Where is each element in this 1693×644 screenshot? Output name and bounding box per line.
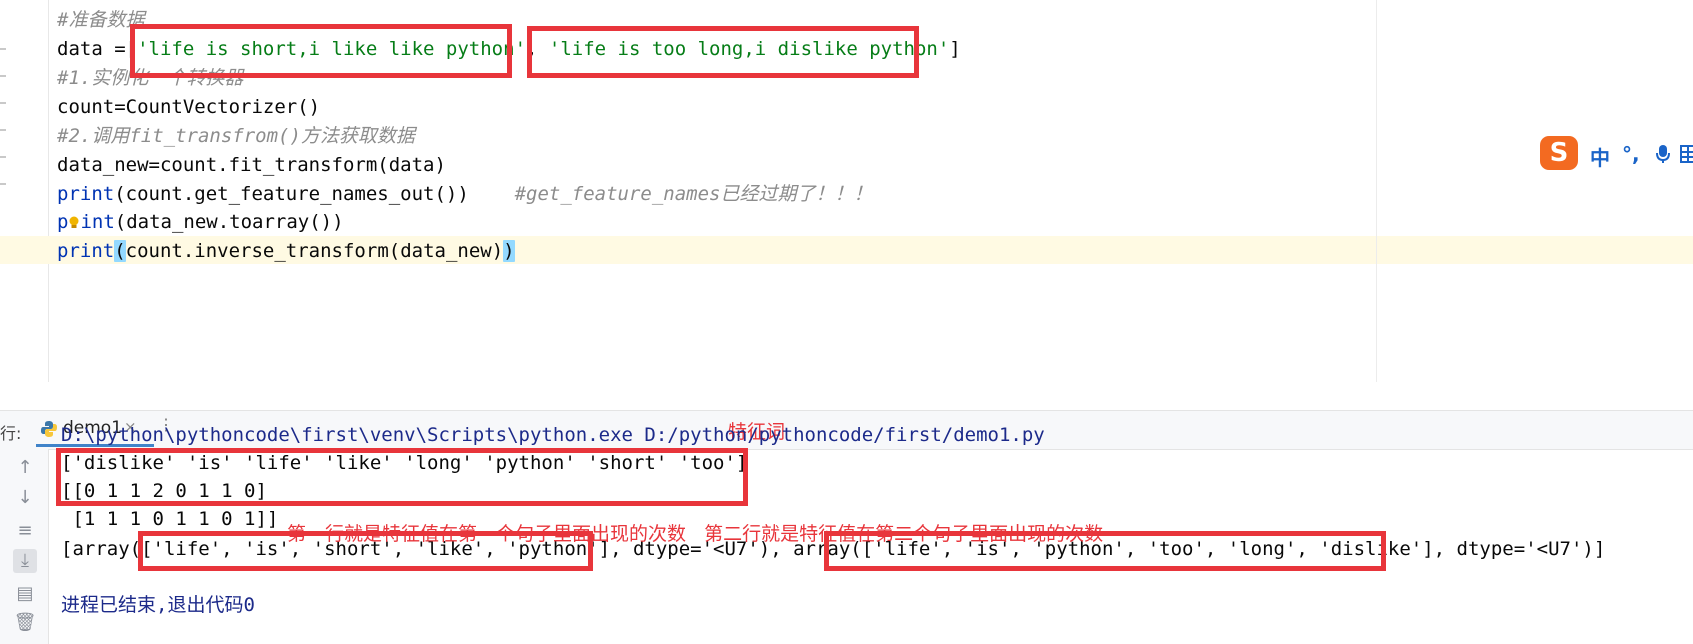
ime-toolbar[interactable]: S 中 °,	[1540, 134, 1693, 174]
output-line-matrix-1: [[0 1 1 2 0 1 1 0]	[61, 480, 267, 502]
arrow-up-icon[interactable]: ↑	[13, 456, 37, 480]
comment: #1.实例化一个转换器	[57, 67, 244, 89]
builtin-function: p	[57, 211, 69, 233]
output-line-command: D:\python\pythoncode\first\venv\Scripts\…	[61, 424, 1045, 446]
matched-paren: )	[503, 240, 515, 262]
string-literal: 'life is too long,i dislike python'	[548, 38, 950, 60]
comment: #2.调用fit_transfrom()方法获取数据	[57, 125, 415, 147]
scroll-to-end-icon[interactable]: ⤓	[13, 549, 37, 573]
code-line-4[interactable]: count=CountVectorizer()	[57, 93, 320, 121]
lightbulb-icon[interactable]	[68, 216, 80, 230]
trash-icon[interactable]: 🗑	[13, 611, 37, 635]
code-line-8[interactable]: p int(data_new.toarray())	[57, 208, 344, 236]
fold-marker[interactable]	[0, 129, 6, 131]
sogou-logo-icon[interactable]: S	[1540, 136, 1578, 170]
code-text: (count.get_feature_names_out())	[114, 183, 469, 205]
code-line-5[interactable]: #2.调用fit_transfrom()方法获取数据	[57, 122, 415, 150]
code-text: ,	[526, 38, 549, 60]
editor-gutter[interactable]	[0, 0, 49, 382]
matched-paren: (	[114, 240, 126, 262]
fold-marker[interactable]	[0, 156, 6, 158]
code-editor[interactable]: #准备数据 data =['life is short,i like like …	[0, 0, 1693, 382]
right-margin-guide	[1376, 0, 1377, 382]
code-text: count=CountVectorizer()	[57, 96, 321, 118]
annotation-matrix-note: 第一行就是特征值在第一个句子里面出现的次数 第二行就是特征值在第二个句子里面出现…	[287, 523, 1104, 545]
builtin-function: int	[80, 211, 115, 233]
output-line-features: ['dislike' 'is' 'life' 'like' 'long' 'py…	[61, 452, 748, 474]
comment: #get_feature_names已经过期了！！！	[514, 183, 873, 205]
code-text: ]	[949, 38, 961, 60]
soft-wrap-icon[interactable]: ≡	[13, 519, 37, 543]
code-line-7[interactable]: print(count.get_feature_names_out()) #ge…	[57, 180, 872, 208]
keyboard-icon[interactable]	[1680, 145, 1693, 163]
code-text: count.inverse_transform(data_new)	[125, 240, 504, 262]
code-line-9[interactable]: print(count.inverse_transform(data_new))	[57, 237, 515, 265]
fold-marker[interactable]	[0, 48, 6, 50]
output-line-exit: 进程已结束,退出代码0	[61, 594, 255, 616]
fold-marker[interactable]	[0, 102, 6, 104]
comment: #准备数据	[57, 9, 145, 31]
code-text: data_new=count.fit_transform(data)	[57, 154, 446, 176]
arrow-down-icon[interactable]: ↓	[13, 486, 37, 510]
python-icon	[41, 421, 57, 437]
fold-marker[interactable]	[0, 75, 6, 77]
ime-language-toggle[interactable]: 中	[1590, 142, 1610, 171]
code-line-6[interactable]: data_new=count.fit_transform(data)	[57, 151, 446, 179]
run-label: 行:	[0, 424, 22, 443]
print-icon[interactable]: ▤	[13, 582, 37, 606]
code-line-1[interactable]: #准备数据	[57, 6, 144, 34]
code-line-3[interactable]: #1.实例化一个转换器	[57, 64, 243, 92]
string-literal: 'life is short,i like like python'	[137, 38, 527, 60]
mic-icon[interactable]	[1655, 144, 1671, 164]
builtin-function: print	[57, 240, 115, 262]
builtin-function: print	[57, 183, 115, 205]
code-line-2[interactable]: data =['life is short,i like like python…	[57, 35, 961, 63]
code-text: (data_new.toarray())	[114, 211, 344, 233]
fold-marker[interactable]	[0, 183, 6, 185]
run-side-toolbar: ↑ ↓ ≡ ⤓ ▤ 🗑	[0, 449, 49, 644]
output-line-matrix-2: [1 1 1 0 1 1 0 1]]	[61, 508, 279, 530]
code-text: data =[	[57, 38, 138, 60]
ime-punctuation-toggle[interactable]: °,	[1622, 142, 1640, 166]
